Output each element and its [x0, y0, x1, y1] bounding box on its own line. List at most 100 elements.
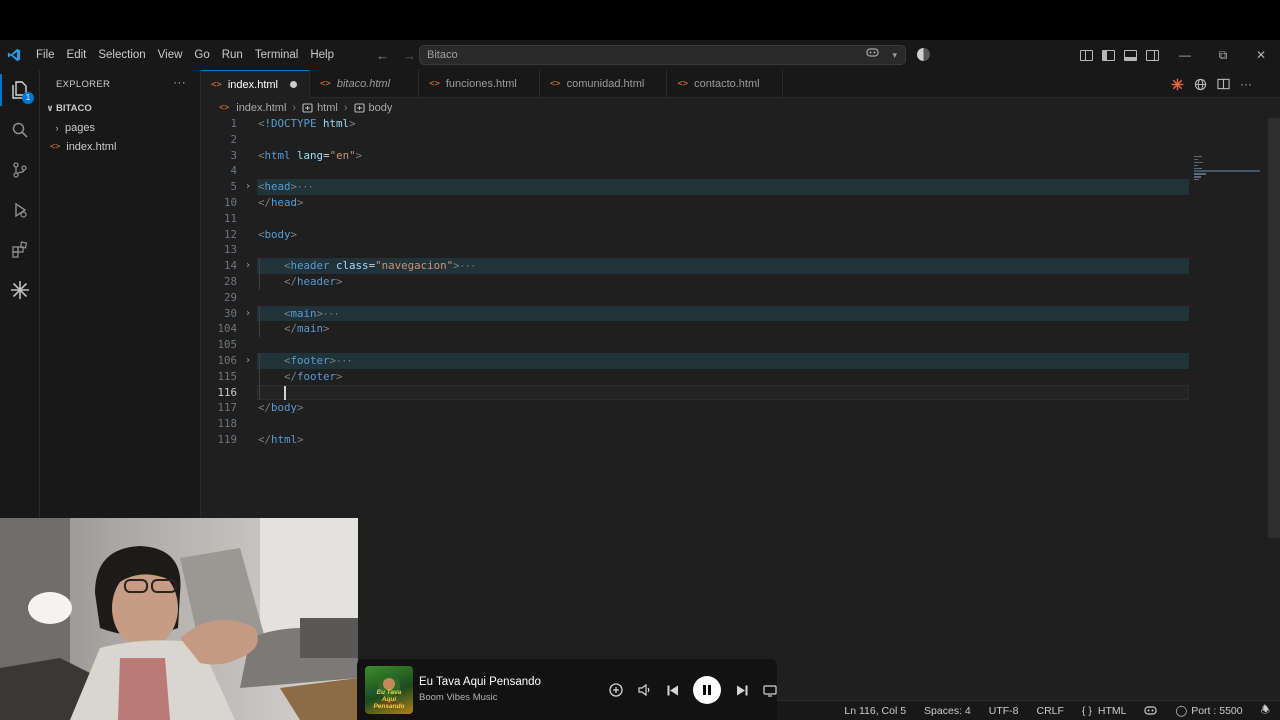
code-line[interactable]: 4 [201, 163, 1280, 179]
breadcrumb-file[interactable]: index.html [236, 102, 286, 114]
track-title[interactable]: Eu Tava Aqui Pensando [419, 676, 541, 688]
tab-bitaco-html[interactable]: <> bitaco.html [310, 70, 420, 98]
tab-funciones-html[interactable]: <> funciones.html [419, 70, 540, 98]
unsaved-dot-icon[interactable] [289, 81, 297, 88]
track-artist[interactable]: Boom Vibes Music [419, 692, 498, 703]
code-line[interactable]: 106 › <footer>··· [201, 353, 1280, 369]
spark-icon[interactable] [1171, 78, 1184, 91]
forward-arrow-icon[interactable]: → [403, 48, 416, 63]
split-editor-icon[interactable] [1217, 78, 1230, 90]
code-line[interactable]: 116 [201, 384, 1280, 401]
devices-icon[interactable] [763, 683, 777, 697]
toggle-primary-sidebar-icon[interactable] [1102, 49, 1115, 61]
toggle-secondary-sidebar-icon[interactable] [1146, 49, 1159, 61]
chevron-down-icon[interactable]: ▾ [892, 46, 897, 64]
indent-guide [259, 258, 260, 274]
menu-help[interactable]: Help [304, 40, 340, 70]
tree-item-pages[interactable]: › pages [40, 118, 200, 137]
broadcast-icon: ◯ [1175, 705, 1188, 717]
copilot-icon[interactable] [866, 46, 879, 64]
end-of-line[interactable]: CRLF [1037, 705, 1064, 717]
run-debug-activity[interactable] [0, 190, 40, 230]
menu-view[interactable]: View [152, 40, 189, 70]
minimize-icon[interactable]: — [1166, 40, 1204, 70]
fold-chevron-icon[interactable]: › [245, 306, 251, 322]
code-line[interactable]: 11 [201, 211, 1280, 227]
layout-controls [1080, 40, 1159, 70]
globe-icon[interactable] [1194, 78, 1207, 91]
more-actions-icon[interactable]: ··· [173, 75, 186, 89]
code-text: </head> [258, 196, 304, 209]
language-mode[interactable]: { } HTML [1082, 705, 1127, 717]
vertical-scrollbar[interactable] [1268, 118, 1280, 538]
album-cover[interactable]: Eu Tava Aqui Pensando [365, 666, 413, 714]
notifications-bell-icon[interactable]: 🕭 [1261, 702, 1270, 720]
code-line[interactable]: 3 <html lang="en"> [201, 148, 1280, 164]
code-line[interactable]: 30 › <main>··· [201, 305, 1280, 322]
tab-label: funciones.html [445, 78, 517, 90]
copilot-status-icon[interactable] [1144, 704, 1158, 719]
code-editor[interactable]: 1 <!DOCTYPE html> 2 3 <html lang="en"> 4 5 › <he… [201, 116, 1280, 700]
fold-chevron-icon[interactable]: › [245, 179, 251, 195]
code-line[interactable]: 28 </header> [201, 274, 1280, 290]
pause-button[interactable] [693, 676, 721, 704]
source-control-activity[interactable] [0, 150, 40, 190]
menu-terminal[interactable]: Terminal [249, 40, 304, 70]
minimap[interactable] [1194, 156, 1270, 196]
code-line[interactable]: 115 </footer> [201, 368, 1280, 385]
menu-run[interactable]: Run [216, 40, 249, 70]
tab-comunidad-html[interactable]: <> comunidad.html [540, 70, 668, 98]
live-server-port[interactable]: ◯ Port : 5500 [1175, 705, 1242, 717]
accounts-icon[interactable] [917, 48, 930, 61]
code-line[interactable]: 119 </html> [201, 432, 1280, 448]
previous-track-icon[interactable] [665, 683, 679, 697]
indentation[interactable]: Spaces: 4 [924, 705, 971, 717]
back-arrow-icon[interactable]: ← [376, 48, 389, 63]
code-line[interactable]: 29 [201, 290, 1280, 306]
fold-chevron-icon[interactable]: › [245, 258, 251, 274]
menu-selection[interactable]: Selection [92, 40, 151, 70]
port-label: Port : 5500 [1191, 705, 1243, 717]
tree-item-index-html[interactable]: <> index.html [40, 137, 200, 156]
code-line[interactable]: 104 </main> [201, 321, 1280, 338]
breadcrumb-html[interactable]: html [317, 102, 338, 114]
live-share-activity[interactable] [0, 270, 40, 310]
tab-index-html[interactable]: <> index.html [201, 70, 310, 98]
tree-item-label: pages [65, 121, 95, 134]
restore-icon[interactable]: ⧉ [1204, 40, 1242, 70]
add-to-library-icon[interactable] [609, 683, 623, 697]
code-line[interactable]: 105 [201, 337, 1280, 353]
code-line[interactable]: 2 [201, 132, 1280, 148]
tab-label: bitaco.html [336, 78, 391, 90]
code-line[interactable]: 5 › <head>··· [201, 179, 1280, 195]
explorer-activity[interactable]: 1 [0, 70, 40, 110]
webcam-overlay [0, 518, 358, 720]
breadcrumb-body[interactable]: body [369, 102, 393, 114]
encoding[interactable]: UTF-8 [989, 705, 1019, 717]
extensions-activity[interactable] [0, 230, 40, 270]
code-line[interactable]: 10 </head> [201, 195, 1280, 211]
volume-icon[interactable] [637, 683, 651, 697]
workspace-folder[interactable]: ∨ BITACO [40, 98, 200, 118]
code-line[interactable]: 13 [201, 242, 1280, 258]
fold-chevron-icon[interactable]: › [245, 353, 251, 369]
code-line[interactable]: 1 <!DOCTYPE html> [201, 116, 1280, 132]
command-center-search[interactable]: Bitaco ▾ [419, 45, 906, 65]
code-line[interactable]: 12 <body> [201, 227, 1280, 243]
menu-edit[interactable]: Edit [61, 40, 93, 70]
cursor-position[interactable]: Ln 116, Col 5 [844, 705, 906, 717]
customize-layout-icon[interactable] [1080, 49, 1093, 61]
code-line[interactable]: 117 </body> [201, 400, 1280, 416]
code-line[interactable]: 14 › <header class="navegacion">··· [201, 258, 1280, 274]
tab-contacto-html[interactable]: <> contacto.html [667, 70, 783, 98]
close-icon[interactable]: ✕ [1242, 40, 1280, 70]
menu-file[interactable]: File [30, 40, 61, 70]
next-track-icon[interactable] [735, 683, 749, 697]
html-file-icon: <> [319, 79, 331, 89]
more-actions-icon[interactable]: ··· [1240, 77, 1252, 91]
code-line[interactable]: 118 [201, 416, 1280, 432]
menu-go[interactable]: Go [188, 40, 215, 70]
search-activity[interactable] [0, 110, 40, 150]
toggle-panel-icon[interactable] [1124, 49, 1137, 61]
line-number: 106 [217, 354, 237, 367]
